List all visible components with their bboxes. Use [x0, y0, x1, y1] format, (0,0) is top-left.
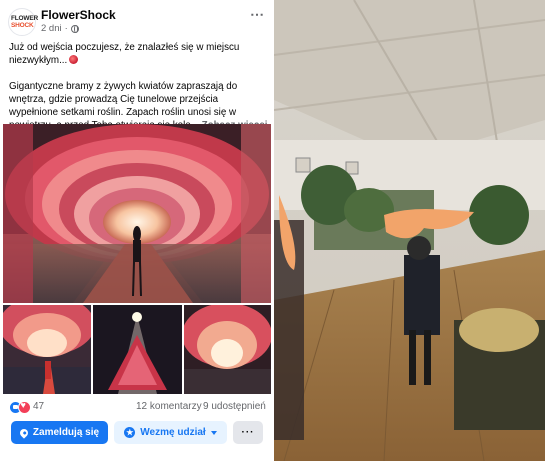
- facebook-event-post: FLOWER SHOCK FlowerShock 2 dni · ⋯ Już o…: [0, 0, 274, 461]
- more-actions-button[interactable]: ···: [233, 421, 263, 444]
- post-text-intro: Już od wejścia poczujesz, że znalazłeś s…: [9, 42, 240, 66]
- shares-count[interactable]: 9 udostępnień: [203, 401, 266, 412]
- interested-button[interactable]: ★ Wezmę udział: [114, 421, 227, 444]
- rose-icon: [69, 55, 79, 64]
- globe-icon: [70, 24, 79, 33]
- star-icon: ★: [124, 427, 136, 438]
- love-icon[interactable]: [18, 400, 31, 414]
- map-pin-icon: [18, 426, 30, 439]
- flowershock-logo: FLOWER SHOCK: [11, 15, 38, 29]
- page-name[interactable]: FlowerShock: [41, 8, 116, 22]
- check-in-button[interactable]: Zameldują się: [11, 421, 108, 444]
- post-header: FLOWER SHOCK FlowerShock 2 dni · ⋯: [0, 0, 274, 38]
- flower-arch-thumbnail-3[interactable]: [184, 305, 271, 394]
- post-meta: 2 dni ·: [41, 23, 79, 34]
- more-options-icon[interactable]: ⋯: [250, 6, 265, 23]
- separator: ·: [64, 23, 68, 34]
- check-in-label: Zameldują się: [32, 427, 100, 438]
- reaction-count[interactable]: 47: [33, 401, 44, 412]
- interested-label: Wezmę udział: [140, 427, 206, 438]
- post-time[interactable]: 2 dni: [41, 23, 62, 34]
- comments-count[interactable]: 12 komentarzy: [136, 401, 202, 412]
- chevron-down-icon: [210, 430, 217, 435]
- flower-tunnel-thumbnail-1[interactable]: [3, 305, 91, 394]
- event-tent-photo: [274, 0, 545, 461]
- page-avatar[interactable]: FLOWER SHOCK: [8, 8, 38, 36]
- flower-installation-thumbnail-2[interactable]: [93, 305, 182, 394]
- flower-tunnel-photo[interactable]: [3, 124, 271, 303]
